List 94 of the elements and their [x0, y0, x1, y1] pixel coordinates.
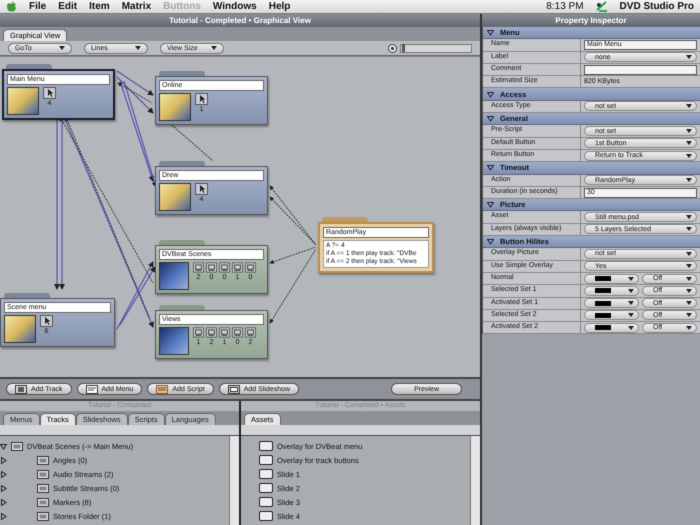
menu-item[interactable]: Help [268, 1, 290, 12]
caret-icon [686, 252, 692, 256]
stream-icon[interactable] [219, 327, 230, 338]
caret-icon [686, 215, 692, 220]
text-field[interactable] [584, 64, 697, 75]
caret-icon [686, 227, 692, 232]
frame-icon [259, 511, 273, 521]
photo-placeholder [7, 87, 39, 115]
slider-thumb[interactable] [402, 44, 406, 52]
color-dropdown[interactable] [584, 274, 639, 284]
zoom-slider[interactable] [400, 44, 472, 52]
film-icon [15, 384, 27, 394]
caret-icon [686, 154, 692, 158]
photo-placeholder [159, 183, 191, 211]
stream-icon[interactable] [193, 262, 204, 273]
disclosure-triangle-icon[interactable] [487, 115, 494, 122]
pointer-icon[interactable] [40, 315, 53, 327]
disclosure-triangle-icon[interactable] [487, 164, 494, 172]
disclosure-triangle-icon[interactable] [487, 29, 494, 36]
caret-icon [135, 46, 141, 50]
stream-icon[interactable] [206, 327, 217, 338]
window-title: Property Inspector [482, 14, 700, 27]
scrollbar[interactable] [470, 436, 480, 525]
disclosure-triangle-icon[interactable] [0, 442, 7, 450]
disclosure-triangle-icon[interactable] [487, 90, 494, 98]
caret-icon [686, 301, 692, 306]
disclosure-triangle-icon[interactable] [0, 484, 7, 492]
caret-icon [686, 326, 692, 330]
pointer-icon[interactable] [195, 93, 208, 105]
script-icon [156, 384, 168, 394]
color-dropdown[interactable] [584, 310, 639, 320]
pointer-icon[interactable] [43, 87, 56, 99]
scrollbar[interactable] [229, 436, 239, 525]
apple-icon[interactable] [6, 1, 17, 12]
stream-icon[interactable] [245, 262, 256, 273]
caret-icon [686, 129, 692, 134]
menu-icon [86, 384, 98, 394]
caret-icon [686, 104, 692, 108]
disclosure-triangle-icon[interactable] [487, 238, 494, 246]
disclosure-triangle-icon[interactable] [0, 470, 7, 478]
caret-icon [628, 301, 634, 306]
caret-icon [686, 55, 692, 60]
photo-placeholder [159, 327, 189, 355]
screen-icon [37, 484, 49, 492]
color-dropdown[interactable] [584, 286, 639, 296]
frame-icon [259, 497, 273, 507]
caret-icon [628, 276, 634, 281]
menu-item[interactable]: Matrix [122, 1, 152, 12]
photo-placeholder [159, 262, 189, 290]
stream-icon[interactable] [193, 327, 204, 338]
caret-icon [686, 288, 692, 293]
frame-icon [259, 483, 273, 493]
caret-icon [211, 46, 217, 50]
stream-icon[interactable] [232, 327, 243, 338]
stream-icon[interactable] [219, 262, 230, 273]
caret-icon [628, 326, 634, 330]
menu-item[interactable]: Windows [212, 1, 257, 12]
color-dropdown[interactable] [584, 298, 639, 308]
screen-icon [11, 442, 23, 450]
caret-icon [59, 46, 65, 50]
menu-item[interactable]: Item [89, 1, 110, 12]
disclosure-triangle-icon[interactable] [0, 512, 7, 520]
menu-item[interactable]: Edit [58, 1, 78, 12]
app-icon[interactable] [596, 1, 608, 12]
slides-icon [228, 384, 240, 394]
caret-icon [686, 313, 692, 318]
frame-icon [259, 441, 273, 451]
screen-icon [37, 470, 49, 478]
clock-text: 8:13 PM [546, 1, 584, 12]
color-dropdown[interactable] [584, 322, 639, 333]
disclosure-triangle-icon[interactable] [0, 456, 7, 464]
caret-icon [686, 264, 692, 268]
frame-icon [259, 455, 273, 465]
photo-placeholder [4, 315, 36, 343]
stream-icon[interactable] [245, 327, 256, 338]
pointer-icon[interactable] [195, 183, 208, 195]
app-name: DVD Studio Pro [620, 1, 694, 12]
caret-icon [686, 276, 692, 281]
screen-icon [37, 512, 49, 520]
screen-icon [37, 498, 49, 506]
frame-icon [259, 469, 273, 479]
menu-item[interactable]: File [29, 1, 46, 12]
photo-placeholder [159, 93, 191, 121]
caret-icon [686, 141, 692, 146]
stream-icon[interactable] [206, 262, 217, 273]
stream-icon[interactable] [232, 262, 243, 273]
window-title: Tutorial - Completed • Graphical View [0, 14, 480, 27]
screen-icon [37, 456, 49, 464]
caret-icon [686, 178, 692, 182]
caret-icon [628, 313, 634, 318]
caret-icon [628, 288, 634, 293]
disclosure-triangle-icon[interactable] [0, 498, 7, 506]
zoom-icon [388, 44, 397, 52]
disclosure-triangle-icon[interactable] [487, 201, 494, 208]
